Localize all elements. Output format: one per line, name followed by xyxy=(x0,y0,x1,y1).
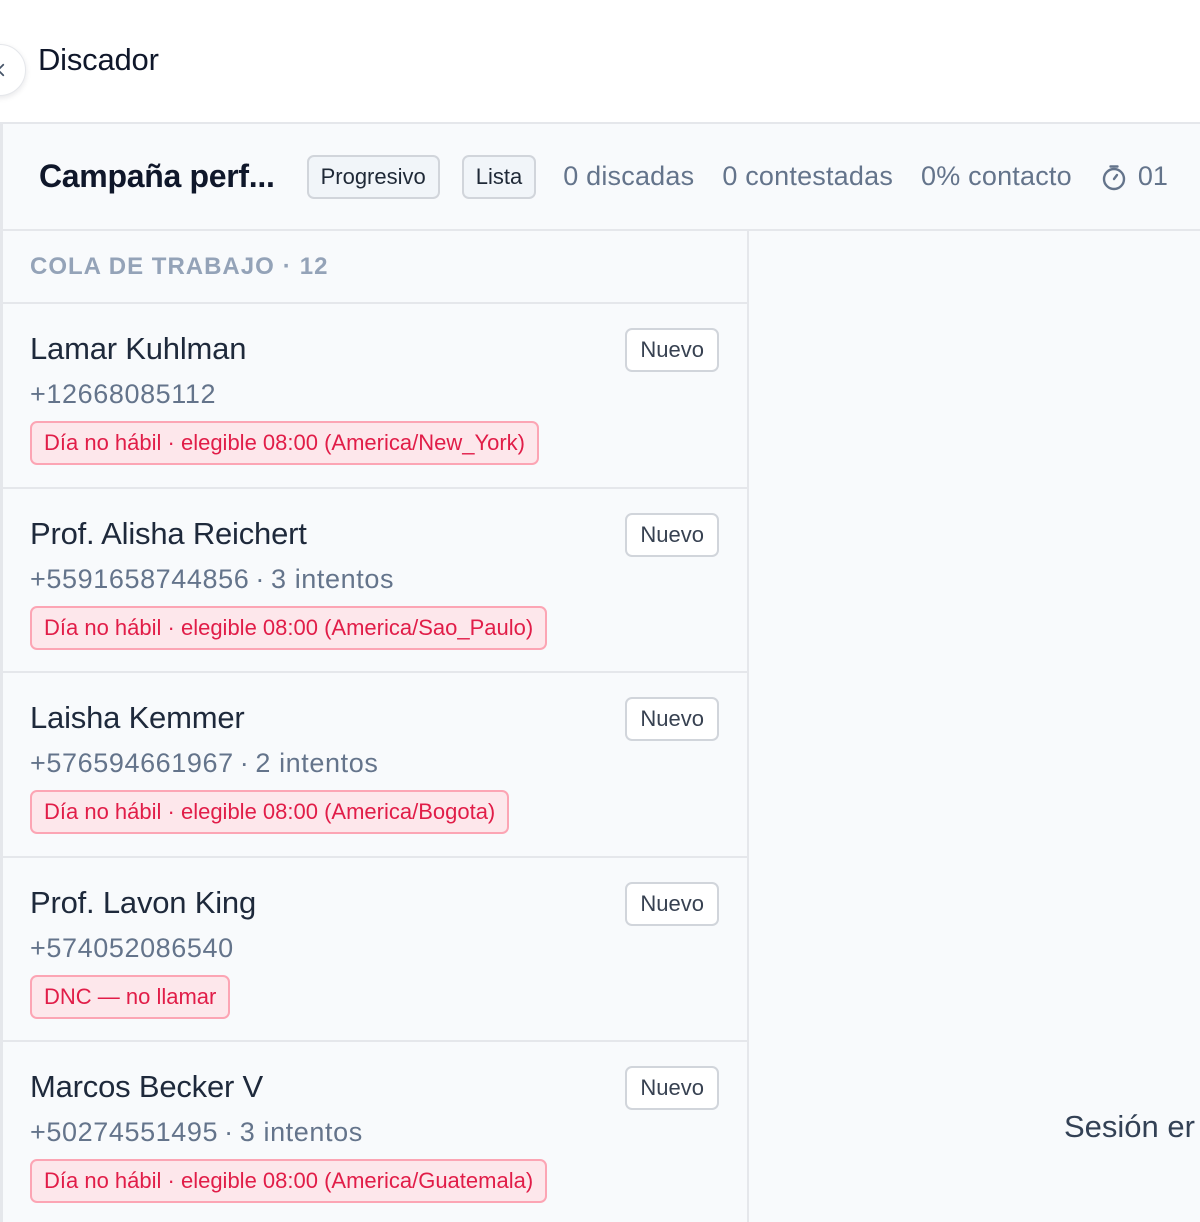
stat-contact-rate: 0% contacto xyxy=(921,161,1072,191)
contact-name: Lamar Kuhlman xyxy=(30,331,247,366)
status-badge: Nuevo xyxy=(625,881,719,926)
phone-separator: · xyxy=(255,563,265,594)
eligibility-alert: Día no hábil · elegible 08:00 (America/N… xyxy=(30,421,539,465)
contact-name: Marcos Becker V xyxy=(30,1069,264,1104)
queue-separator: · xyxy=(282,252,292,280)
contact-phone: +50274551495 xyxy=(30,1117,219,1147)
contact-attempts: 3 intentos xyxy=(270,563,395,594)
queue-item[interactable]: Marcos Becker V +50274551495 · 3 intentos … xyxy=(3,1042,747,1222)
dnc-alert: DNC — no llamar xyxy=(30,974,231,1019)
eligibility-alert: Día no hábil · elegible 08:00 (America/B… xyxy=(30,790,510,834)
contact-phone: +574052086540 xyxy=(30,932,234,963)
queue-title: COLA DE TRABAJO xyxy=(30,252,275,280)
dialer-app: Discador Campaña perf... Progresivo List… xyxy=(0,0,1200,1222)
detail-pane: Sesión er xyxy=(749,231,1200,1222)
top-header: Discador xyxy=(0,0,1200,124)
contact-phone: +12668085112 xyxy=(30,379,217,409)
eligibility-alert: Día no hábil · elegible 08:00 (America/G… xyxy=(30,1159,548,1203)
sidebar-collapse-button[interactable] xyxy=(0,44,26,96)
contact-phone-line: +576594661967 · 2 intentos xyxy=(30,748,378,779)
queue-item[interactable]: Lamar Kuhlman +12668085112 Nuevo Día no … xyxy=(3,304,747,489)
campaign-bar: Campaña perf... Progresivo Lista 0 disca… xyxy=(3,124,1200,231)
contact-phone-line: +574052086540 xyxy=(30,933,234,964)
session-status-text: Sesión er xyxy=(1064,1109,1195,1144)
queue-item[interactable]: Prof. Lavon King +574052086540 Nuevo DNC… xyxy=(3,858,747,1042)
contact-name: Prof. Lavon King xyxy=(30,884,257,920)
status-badge: Nuevo xyxy=(625,1066,719,1110)
status-badge: Nuevo xyxy=(625,512,719,557)
page-title: Discador xyxy=(38,42,159,77)
contact-attempts: 3 intentos xyxy=(239,1117,363,1147)
eligibility-alert: Día no hábil · elegible 08:00 (America/S… xyxy=(30,605,548,650)
contact-attempts: 2 intentos xyxy=(255,748,379,778)
source-type-badge: Lista xyxy=(461,154,537,199)
stopwatch-icon xyxy=(1100,163,1128,191)
contact-phone-line: +12668085112 xyxy=(30,379,216,410)
queue-item[interactable]: Laisha Kemmer +576594661967 · 2 intentos N… xyxy=(3,673,747,858)
contact-phone-line: +5591658744856 · 3 intentos xyxy=(30,564,394,595)
contact-phone: +5591658744856 xyxy=(30,563,250,594)
work-queue: COLA DE TRABAJO · 12 Lamar Kuhlman +1266… xyxy=(3,231,749,1222)
stat-dialed: 0 discadas xyxy=(563,161,695,191)
queue-item[interactable]: Prof. Alisha Reichert +5591658744856 · 3 i… xyxy=(3,489,747,673)
campaign-name[interactable]: Campaña perf... xyxy=(39,158,275,195)
queue-count: 12 xyxy=(299,252,329,280)
contact-phone: +576594661967 xyxy=(30,748,234,778)
stat-answered: 0 contestadas xyxy=(722,161,894,191)
queue-header: COLA DE TRABAJO · 12 xyxy=(3,231,747,304)
phone-separator: · xyxy=(239,748,250,778)
contact-phone-line: +50274551495 · 3 intentos xyxy=(30,1117,363,1148)
phone-separator: · xyxy=(224,1117,234,1147)
dial-mode-badge: Progresivo xyxy=(306,154,440,199)
contact-name: Prof. Alisha Reichert xyxy=(30,515,307,551)
status-badge: Nuevo xyxy=(625,697,719,741)
contact-name: Laisha Kemmer xyxy=(30,700,245,735)
chevron-left-icon xyxy=(0,63,5,77)
status-badge: Nuevo xyxy=(625,328,719,372)
session-timer: 01 xyxy=(1137,161,1168,191)
